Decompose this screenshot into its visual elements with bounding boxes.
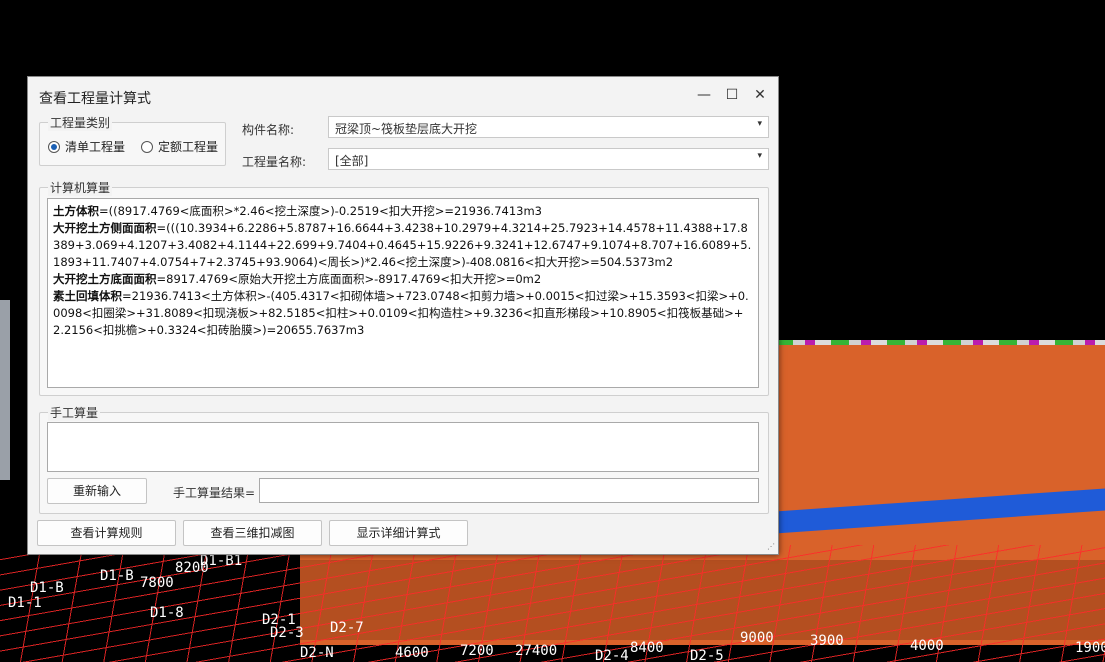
side-panel-edge [0, 300, 10, 480]
quantity-type-legend: 工程量类别 [48, 114, 113, 131]
view-quantity-formula-dialog: 查看工程量计算式 — ☐ ✕ 工程量类别 清单工程量 定额工程量 构件名称: 冠… [27, 76, 779, 555]
calc-line: 大开挖土方底面面积=8917.4769<原始大开挖土方底面面积>-8917.47… [53, 272, 542, 286]
component-name-value: 冠梁顶~筏板垫层底大开挖 [335, 122, 478, 136]
axis-label: 4600 [395, 645, 429, 661]
resize-grip-icon[interactable]: ⋰ [767, 542, 775, 551]
manual-result-input[interactable] [259, 478, 759, 503]
close-icon[interactable]: ✕ [750, 85, 770, 105]
axis-label: D2-7 [330, 620, 364, 636]
axis-label: D2-4 [595, 648, 629, 662]
calc-formula-list: 土方体积=((8917.4769<底面积>*2.46<挖土深度>)-0.2519… [53, 203, 754, 339]
axis-label: 27400 [515, 643, 558, 659]
axis-label: 9000 [740, 630, 774, 646]
axis-label: 7800 [140, 575, 174, 591]
component-name-label: 构件名称: [242, 123, 295, 137]
radio-bill-quantity[interactable]: 清单工程量 [48, 138, 125, 155]
axis-label: 3900 [810, 633, 844, 649]
minimize-icon[interactable]: — [694, 85, 714, 105]
axis-label: 4000 [910, 638, 944, 654]
axis-label: D2-1 [262, 612, 296, 628]
view-rules-button[interactable]: 查看计算规则 [37, 520, 176, 546]
computer-calc-legend: 计算机算量 [48, 179, 113, 196]
reenter-button[interactable]: 重新输入 [47, 478, 147, 504]
maximize-icon[interactable]: ☐ [722, 85, 742, 105]
calc-line: 大开挖土方侧面面积=(((10.3934+6.2286+5.8787+16.66… [53, 221, 752, 269]
chevron-down-icon: ▾ [757, 151, 762, 161]
radio-label: 定额工程量 [158, 140, 219, 154]
axis-label: D1-8 [150, 605, 184, 621]
calc-line: 素土回填体积=21936.7413<土方体积>-(405.4317<扣砌体墙>+… [53, 289, 749, 337]
axis-label: D1-B [30, 580, 64, 596]
view-3d-deduction-button[interactable]: 查看三维扣减图 [183, 520, 322, 546]
quantity-name-value: [全部] [335, 154, 369, 168]
manual-calc-textarea[interactable] [47, 422, 759, 472]
radio-label: 清单工程量 [65, 140, 126, 154]
quantity-type-group: 工程量类别 清单工程量 定额工程量 [39, 114, 226, 166]
axis-label: D1-B [100, 568, 134, 584]
quantity-name-select[interactable]: [全部] ▾ [328, 148, 769, 170]
axis-label: D1-1 [8, 595, 42, 611]
title-bar[interactable]: 查看工程量计算式 — ☐ ✕ [28, 77, 778, 113]
manual-calc-group: 手工算量 重新输入 手工算量结果= [39, 404, 769, 514]
calc-line: 土方体积=((8917.4769<底面积>*2.46<挖土深度>)-0.2519… [53, 204, 543, 218]
manual-calc-legend: 手工算量 [48, 404, 101, 421]
radio-norm-quantity[interactable]: 定额工程量 [141, 138, 218, 155]
chevron-down-icon: ▾ [757, 119, 762, 129]
axis-label: D2-N [300, 645, 334, 661]
axis-label: D2-5 [690, 648, 724, 662]
axis-label: 1900 [1075, 640, 1105, 656]
manual-result-label: 手工算量结果= [173, 486, 256, 500]
component-name-select[interactable]: 冠梁顶~筏板垫层底大开挖 ▾ [328, 116, 769, 138]
radio-dot-selected[interactable] [48, 140, 60, 153]
axis-label: 8400 [630, 640, 664, 656]
computer-calc-group: 计算机算量 土方体积=((8917.4769<底面积>*2.46<挖土深度>)-… [39, 179, 769, 396]
axis-label: 7200 [460, 643, 494, 659]
dialog-title: 查看工程量计算式 [39, 91, 151, 107]
axis-label: 8200 [175, 560, 209, 576]
show-detail-formula-button[interactable]: 显示详细计算式 [329, 520, 468, 546]
computer-calc-textarea[interactable]: 土方体积=((8917.4769<底面积>*2.46<挖土深度>)-0.2519… [47, 198, 759, 388]
radio-dot[interactable] [141, 140, 153, 153]
quantity-name-label: 工程量名称: [242, 155, 307, 169]
